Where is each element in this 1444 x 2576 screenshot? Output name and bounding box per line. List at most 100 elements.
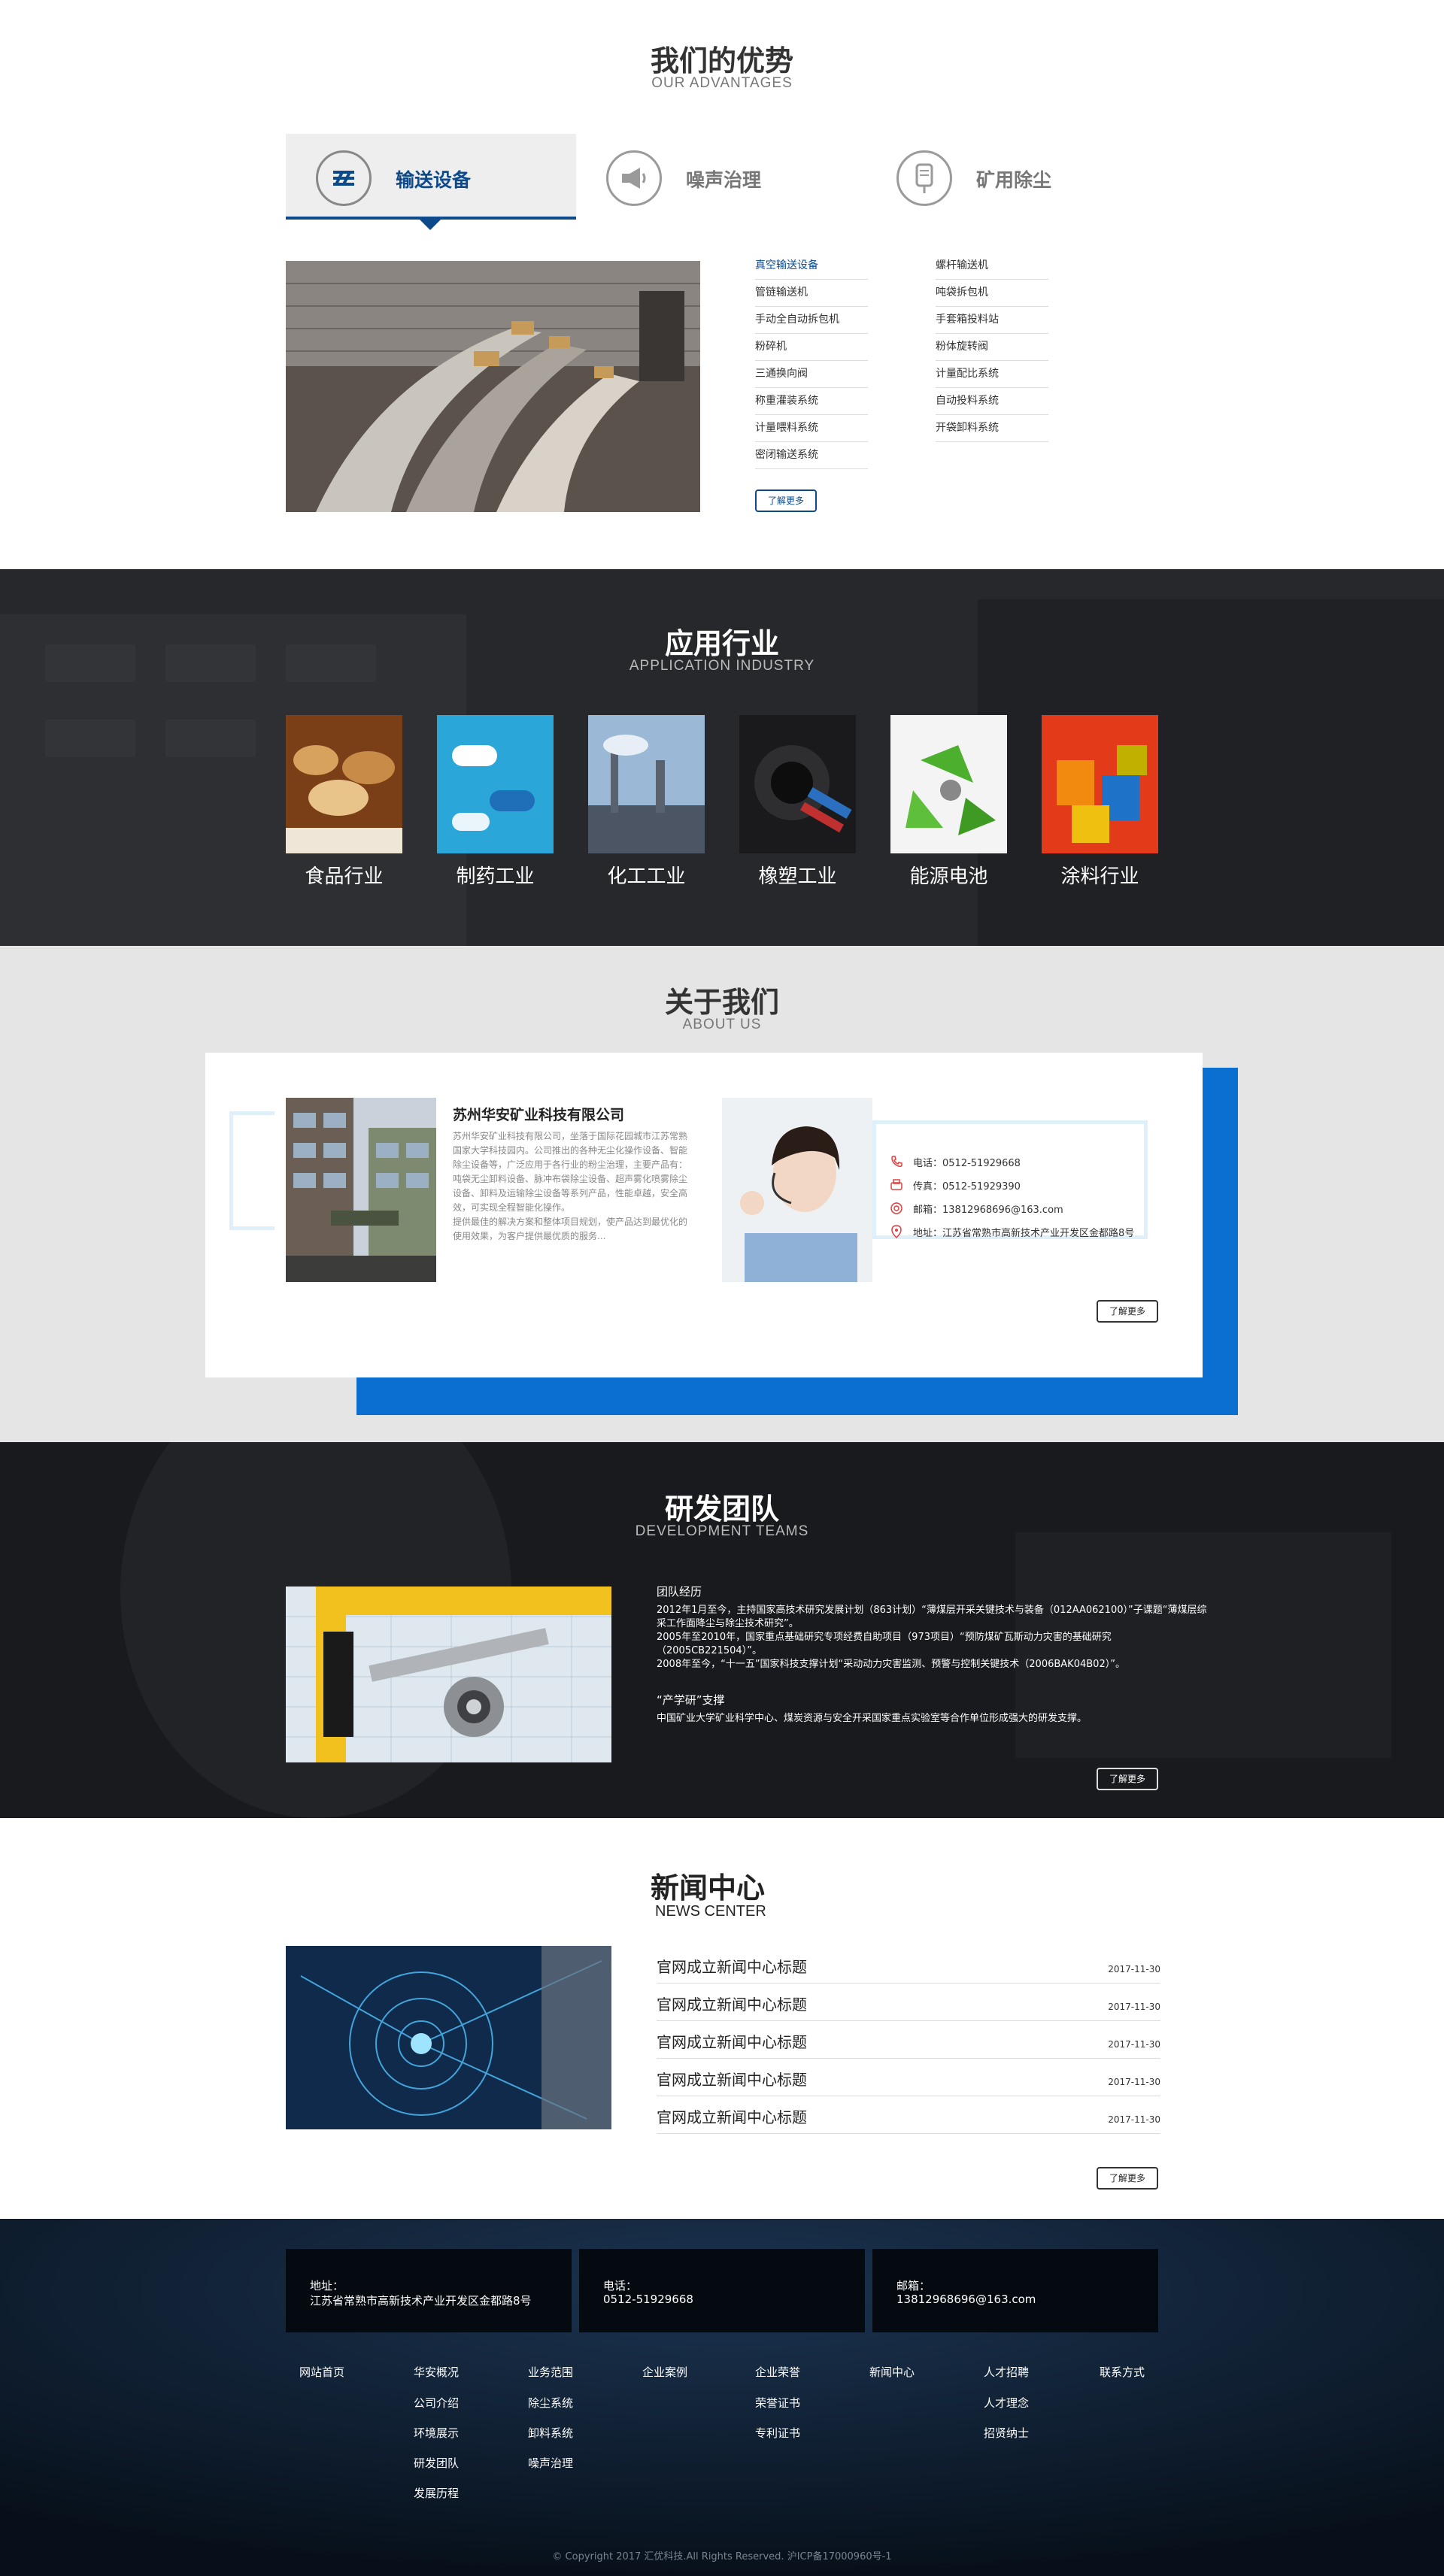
news-item-title[interactable]: 官网成立新闻中心标题: [657, 2068, 807, 2090]
footer-nav-heading[interactable]: 人才招聘: [984, 2364, 1029, 2380]
industry-item-food[interactable]: 食品行业: [286, 715, 402, 889]
industry-academia-heading: “产学研”支撑: [657, 1693, 725, 1707]
news-item[interactable]: 官网成立新闻中心标题 2017-11-30: [657, 2059, 1160, 2096]
footer-phone-box: 电话： 0512-51929668: [579, 2249, 865, 2332]
footer-nav-heading[interactable]: 华安概况: [414, 2364, 459, 2380]
description-line: 设备、卸料及运输除尘设备等系列产品，性能卓越，安全高: [453, 1188, 688, 1199]
product-link[interactable]: 螺杆输送机: [936, 257, 1048, 280]
news-item-title[interactable]: 官网成立新闻中心标题: [657, 1993, 807, 2014]
footer-nav-link[interactable]: 噪声治理: [528, 2455, 573, 2471]
tab-label: 输送设备: [396, 169, 472, 191]
advantages-more-button[interactable]: 了解更多: [755, 489, 817, 512]
product-link[interactable]: 称重灌装系统: [755, 392, 868, 415]
industry-label: 化工工业: [607, 865, 686, 888]
product-link[interactable]: 手套箱投料站: [936, 311, 1048, 334]
email-icon: [890, 1202, 902, 1214]
footer-nav-heading[interactable]: 企业案例: [642, 2364, 687, 2380]
footer-nav-heading[interactable]: 企业荣誉: [755, 2364, 800, 2380]
industry-label: 橡塑工业: [758, 865, 837, 888]
footer-nav-link[interactable]: 卸料系统: [528, 2425, 573, 2441]
footer-nav-heading[interactable]: 网站首页: [299, 2364, 344, 2380]
company-description: 苏州华安矿业科技有限公司，坐落于国际花园城市江苏常熟 国家大学科技园内。公司推出的…: [453, 1129, 687, 1244]
news-item[interactable]: 官网成立新闻中心标题 2017-11-30: [657, 2096, 1160, 2134]
description-line: 吨袋无尘卸料设备、脉冲布袋除尘设备、超声雾化喷雾除尘: [453, 1174, 688, 1184]
advantages-title: 我们的优势: [650, 44, 793, 77]
news-item[interactable]: 官网成立新闻中心标题 2017-11-30: [657, 1984, 1160, 2021]
advantages-section: 我们的优势 OUR ADVANTAGES 输送设备 噪声治理 矿用除尘 了解更多…: [0, 0, 1444, 569]
dev-more-button[interactable]: 了解更多: [1097, 1768, 1158, 1790]
industry-subtitle: APPLICATION INDUSTRY: [629, 658, 815, 674]
footer-nav-link[interactable]: 研发团队: [414, 2455, 459, 2471]
description-line: 使用效果，为客户提供最优质的服务...: [453, 1231, 606, 1241]
footer-nav-link[interactable]: 除尘系统: [528, 2395, 573, 2411]
product-link[interactable]: 密闭输送系统: [755, 447, 868, 469]
news-title: 新闻中心: [651, 1871, 766, 1905]
industry-item-battery[interactable]: 能源电池: [890, 715, 1007, 889]
industry-label: 涂料行业: [1060, 865, 1139, 888]
description-line: 除尘设备等，广泛应用于各行业的粉尘治理，主要产品有：: [453, 1159, 688, 1170]
food-photo: [286, 715, 402, 853]
industry-item-pharma[interactable]: 制药工业: [437, 715, 554, 889]
footer-phone-label: 电话：: [603, 2279, 638, 2293]
footer-nav-link[interactable]: 发展历程: [414, 2485, 459, 2501]
footer-address-box: 地址： 江苏省常熟市高新技术产业开发区金都路8号: [286, 2249, 572, 2332]
tab-dust[interactable]: 矿用除尘: [866, 134, 1157, 220]
news-section: 新闻中心 NEWS CENTER 了解更多 官网成立新闻中心标题 2017-11-…: [0, 1818, 1444, 2219]
product-link[interactable]: 计量喂料系统: [755, 420, 868, 442]
product-link[interactable]: 开袋卸料系统: [936, 420, 1048, 442]
product-link[interactable]: 三通换向阀: [755, 365, 868, 388]
news-item-title[interactable]: 官网成立新闻中心标题: [657, 2105, 807, 2127]
chemical-photo: [588, 715, 705, 853]
news-item[interactable]: 官网成立新闻中心标题 2017-11-30: [657, 2021, 1160, 2059]
footer-nav-heading[interactable]: 业务范围: [528, 2364, 573, 2380]
news-item-title[interactable]: 官网成立新闻中心标题: [657, 1955, 807, 1977]
footer-phone-value: 0512-51929668: [603, 2293, 693, 2306]
footer-nav-link[interactable]: 招贤纳士: [984, 2425, 1029, 2441]
news-item-date: 2017-11-30: [1108, 2039, 1160, 2050]
copyright: © Copyright 2017 汇优科技.All Rights Reserve…: [552, 2551, 892, 2562]
description-line: 苏州华安矿业科技有限公司，坐落于国际花园城市江苏常熟: [453, 1131, 688, 1141]
dev-section: 研发团队 DEVELOPMENT TEAMS 团队经历 “产学研”支撑 中国矿业…: [0, 1442, 1444, 1818]
history-line: 2012年1月至今，主持国家高技术研究发展计划（863计划）“薄煤层开采关键技术…: [657, 1605, 1207, 1616]
industry-item-paint[interactable]: 涂料行业: [1042, 715, 1158, 889]
footer-nav-link[interactable]: 环境展示: [414, 2425, 459, 2441]
location-icon: [891, 1225, 902, 1239]
tab-noise[interactable]: 噪声治理: [576, 134, 866, 220]
footer-nav-link[interactable]: 专利证书: [755, 2425, 800, 2441]
footer-nav-link[interactable]: 公司介绍: [414, 2395, 459, 2411]
history-line: 2005年至2010年，国家重点基础研究专项经费自助项目（973项目）“预防煤矿…: [657, 1632, 1112, 1643]
product-link[interactable]: 粉碎机: [755, 338, 868, 361]
product-link[interactable]: 自动投料系统: [936, 392, 1048, 415]
footer-nav-heading[interactable]: 新闻中心: [869, 2364, 915, 2380]
industry-label: 能源电池: [909, 865, 988, 888]
dust-removal-icon: [896, 150, 952, 206]
product-link[interactable]: 吨袋拆包机: [936, 284, 1048, 307]
news-item[interactable]: 官网成立新闻中心标题 2017-11-30: [657, 1946, 1160, 1984]
footer-nav-link[interactable]: 人才理念: [984, 2395, 1029, 2411]
news-item-date: 2017-11-30: [1108, 2077, 1160, 2087]
megaphone-icon: [606, 150, 662, 206]
about-more-button[interactable]: 了解更多: [1097, 1300, 1158, 1323]
industry-item-chemical[interactable]: 化工工业: [588, 715, 705, 889]
conveyor-photo: [286, 261, 700, 512]
product-link[interactable]: 粉体旋转阀: [936, 338, 1048, 361]
news-item-date: 2017-11-30: [1108, 1964, 1160, 1974]
footer-nav-link[interactable]: 荣誉证书: [755, 2395, 800, 2411]
news-photo: [286, 1946, 611, 2129]
conveyor-icon: [316, 150, 372, 206]
industry-item-rubber[interactable]: 橡塑工业: [739, 715, 856, 889]
news-more-button[interactable]: 了解更多: [1097, 2167, 1158, 2190]
news-item-title[interactable]: 官网成立新闻中心标题: [657, 2030, 807, 2052]
team-history-heading: 团队经历: [657, 1585, 702, 1599]
history-line: 2008年至今，“十一五”国家科技支撑计划“采动动力灾害监测、预警与控制关键技术…: [657, 1659, 1125, 1670]
footer-email-label: 邮箱：: [896, 2279, 931, 2293]
product-link[interactable]: 手动全自动拆包机: [755, 311, 868, 334]
product-link[interactable]: 管链输送机: [755, 284, 868, 307]
product-link[interactable]: 计量配比系统: [936, 365, 1048, 388]
product-link[interactable]: 真空输送设备: [755, 257, 868, 280]
news-item-date: 2017-11-30: [1108, 2114, 1160, 2125]
tab-label: 噪声治理: [686, 169, 762, 191]
tab-conveyor[interactable]: 输送设备: [286, 134, 576, 220]
dev-title: 研发团队: [664, 1493, 779, 1526]
footer-nav-heading[interactable]: 联系方式: [1100, 2364, 1145, 2380]
